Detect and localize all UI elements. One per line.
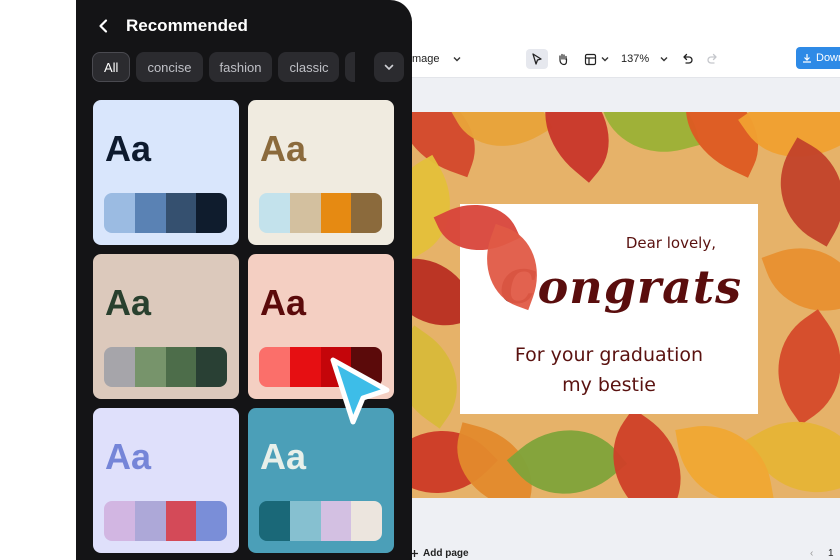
color-swatch bbox=[289, 501, 321, 541]
subline-line-1: For your graduation bbox=[514, 344, 704, 366]
color-swatch bbox=[134, 501, 166, 541]
hand-icon bbox=[559, 53, 568, 66]
redo-icon bbox=[707, 53, 717, 64]
color-swatches bbox=[259, 193, 382, 233]
theme-sample-text: Aa bbox=[105, 128, 152, 169]
mouse-cursor-icon bbox=[330, 357, 390, 425]
panel-header: Recommended bbox=[96, 14, 248, 38]
page-indicator: 1 bbox=[828, 548, 834, 559]
theme-sample-text: Aa bbox=[260, 436, 307, 477]
hand-tool-button[interactable] bbox=[552, 49, 574, 69]
color-swatch bbox=[196, 347, 227, 387]
color-swatch bbox=[320, 501, 352, 541]
color-swatch bbox=[259, 193, 290, 233]
color-swatch bbox=[134, 347, 166, 387]
color-swatch bbox=[289, 193, 321, 233]
leaf-decoration bbox=[675, 415, 774, 498]
leaf-decoration bbox=[757, 137, 840, 247]
chip-concise[interactable]: concise bbox=[136, 52, 203, 82]
greeting-text[interactable]: Dear lovely, bbox=[626, 234, 716, 252]
color-swatch bbox=[104, 193, 135, 233]
add-page-button[interactable]: Add page bbox=[410, 548, 469, 559]
chevron-down-icon bbox=[660, 57, 668, 62]
layout-icon bbox=[584, 53, 597, 65]
pointer-icon bbox=[532, 53, 542, 65]
color-swatch bbox=[104, 501, 135, 541]
theme-sample-text: Aa bbox=[260, 128, 307, 169]
leaf-decoration bbox=[598, 112, 701, 167]
color-swatch bbox=[196, 501, 227, 541]
color-swatch bbox=[165, 193, 197, 233]
select-tool-button[interactable] bbox=[526, 49, 548, 69]
color-swatch bbox=[104, 347, 135, 387]
theme-card[interactable]: Aa bbox=[93, 408, 239, 553]
chip-all[interactable]: All bbox=[92, 52, 131, 82]
leaf-decoration bbox=[752, 309, 840, 425]
undo-button[interactable] bbox=[676, 49, 698, 69]
mode-dropdown[interactable]: mage bbox=[412, 49, 462, 69]
theme-card[interactable]: Aa bbox=[93, 254, 239, 399]
theme-sample-text: Aa bbox=[105, 282, 152, 323]
subline-text[interactable]: For your graduation my bestie bbox=[460, 340, 758, 400]
color-swatch bbox=[351, 501, 382, 541]
layout-dropdown[interactable] bbox=[584, 49, 610, 69]
undo-icon bbox=[683, 53, 693, 64]
theme-panel: Recommended All concise fashion classic … bbox=[76, 0, 412, 560]
panel-title: Recommended bbox=[126, 16, 248, 35]
theme-card[interactable]: Aa bbox=[93, 100, 239, 245]
theme-sample-text: Aa bbox=[105, 436, 152, 477]
chevron-down-icon bbox=[601, 57, 609, 62]
chip-classic[interactable]: classic bbox=[278, 52, 340, 82]
theme-sample-text: Aa bbox=[260, 282, 307, 323]
zoom-level: 137% bbox=[621, 53, 650, 65]
color-swatch bbox=[165, 347, 197, 387]
redo-button[interactable] bbox=[702, 49, 724, 69]
editor-area: mage 137% Down bbox=[400, 40, 840, 560]
zoom-dropdown[interactable]: 137% bbox=[621, 49, 669, 69]
color-swatches bbox=[104, 193, 227, 233]
mode-label: mage bbox=[412, 53, 440, 65]
color-swatch bbox=[259, 347, 290, 387]
download-button[interactable]: Down bbox=[796, 47, 840, 69]
color-swatch bbox=[134, 193, 166, 233]
filter-chips: All concise fashion classic bbox=[92, 52, 356, 82]
theme-card[interactable]: Aa bbox=[248, 100, 394, 245]
expand-filters-button[interactable] bbox=[374, 52, 404, 82]
download-icon bbox=[803, 54, 811, 63]
color-swatches bbox=[104, 501, 227, 541]
color-swatches bbox=[259, 501, 382, 541]
color-swatches bbox=[104, 347, 227, 387]
color-swatch bbox=[165, 501, 197, 541]
color-swatch bbox=[320, 193, 352, 233]
subline-line-2: my bestie bbox=[562, 374, 656, 396]
editor-toolbar: mage 137% Down bbox=[400, 40, 840, 78]
color-swatch bbox=[196, 193, 227, 233]
page-prev-button[interactable]: ‹ bbox=[810, 548, 813, 559]
add-page-label: Add page bbox=[423, 548, 469, 559]
color-swatch bbox=[351, 193, 382, 233]
design-canvas[interactable]: Dear lovely, Congrats For your graduatio… bbox=[412, 112, 840, 498]
download-label: Down bbox=[816, 52, 840, 64]
editor-footer: Add page ‹ 1 bbox=[400, 548, 840, 560]
color-swatch bbox=[259, 501, 290, 541]
chevron-down-icon bbox=[384, 64, 394, 71]
chip-overflow[interactable] bbox=[345, 52, 356, 82]
color-swatch bbox=[289, 347, 321, 387]
chevron-down-icon bbox=[453, 57, 461, 62]
chip-fashion[interactable]: fashion bbox=[208, 52, 273, 82]
leaf-decoration bbox=[761, 230, 840, 329]
back-arrow-icon[interactable] bbox=[96, 18, 112, 34]
